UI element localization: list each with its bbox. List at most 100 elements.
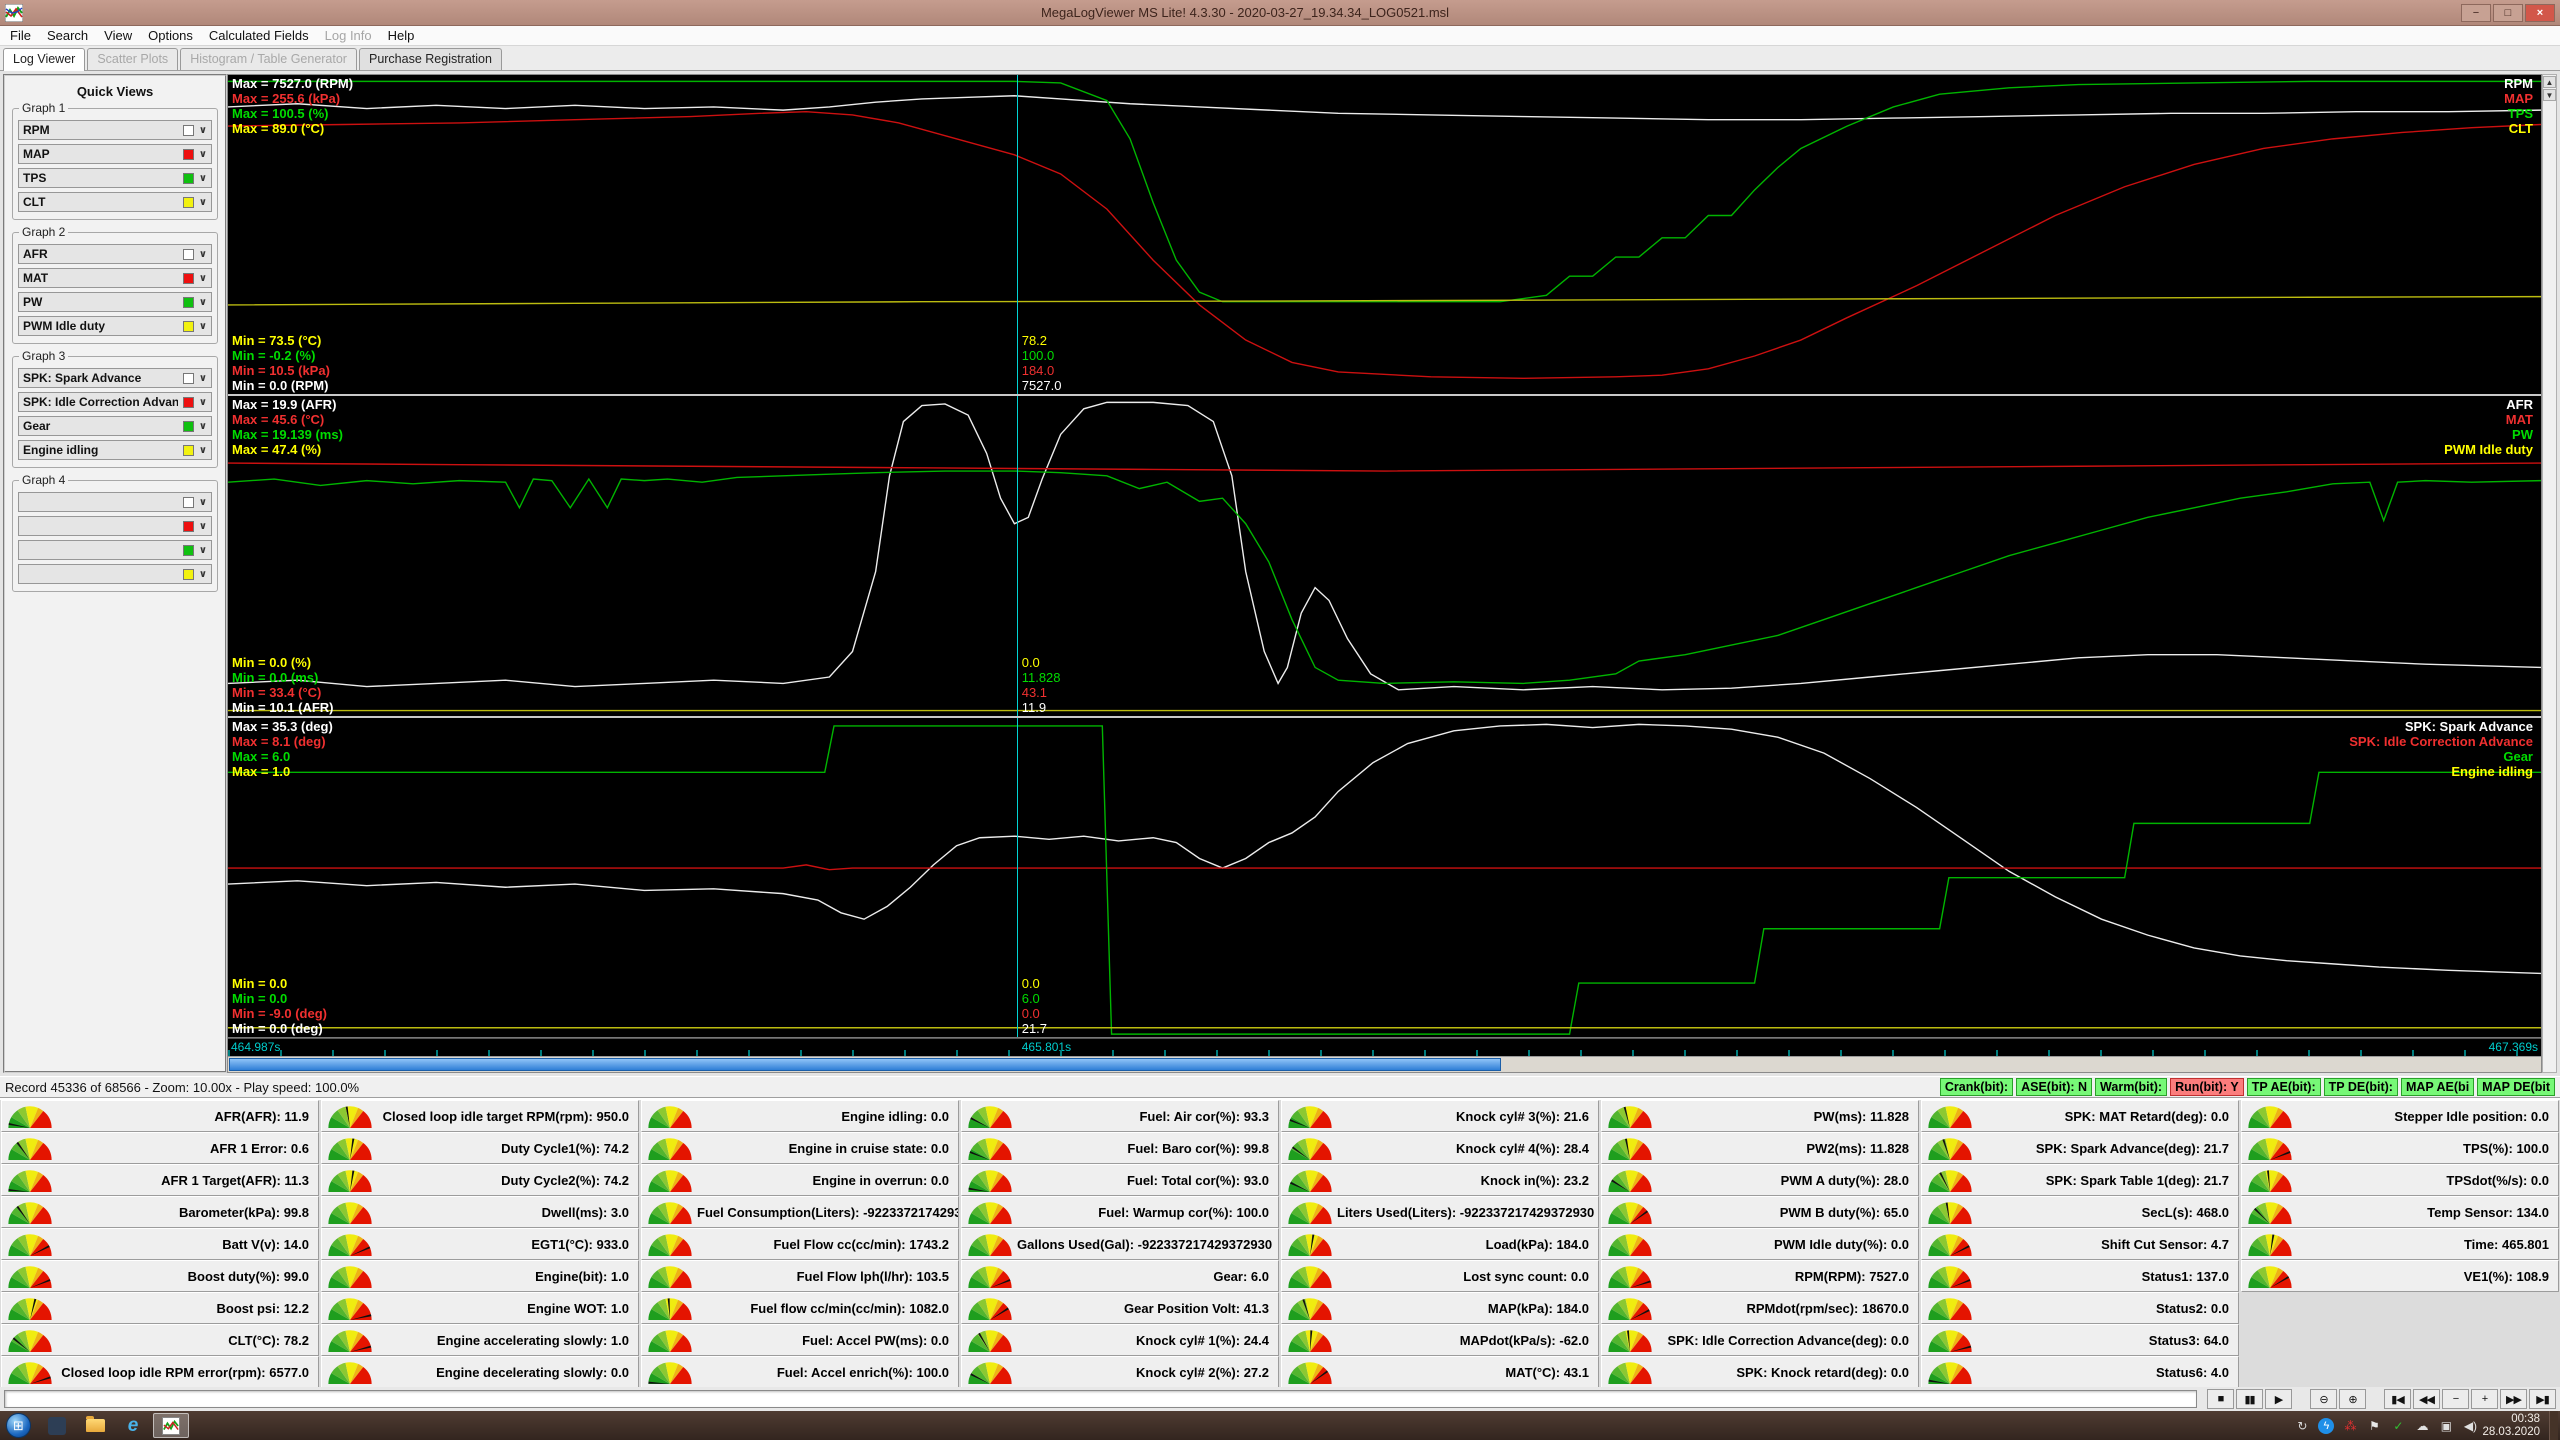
gauge-fuel-accel-enrich[interactable]: Fuel: Accel enrich(%): 100.0 <box>641 1356 959 1387</box>
gauge-spk-knock-retard-deg[interactable]: SPK: Knock retard(deg): 0.0 <box>1601 1356 1919 1387</box>
field-mat[interactable]: MAT ∨ <box>18 268 212 288</box>
gauge-engine-wot[interactable]: Engine WOT: 1.0 <box>321 1292 639 1324</box>
chevron-down-icon[interactable]: ∨ <box>199 397 207 408</box>
scroll-up-icon[interactable]: ▲ <box>2543 76 2556 88</box>
menu-options[interactable]: Options <box>140 27 201 44</box>
gauge-pwm-a-duty[interactable]: PWM A duty(%): 28.0 <box>1601 1164 1919 1196</box>
skip-end-button[interactable]: ▶▮ <box>2529 1389 2556 1409</box>
gauge-barometer-kpa[interactable]: Barometer(kPa): 99.8 <box>1 1196 319 1228</box>
gauge-knock-cyl-4[interactable]: Knock cyl# 4(%): 28.4 <box>1281 1132 1599 1164</box>
gauge-pwm-b-duty[interactable]: PWM B duty(%): 65.0 <box>1601 1196 1919 1228</box>
play-button[interactable]: ▶ <box>2265 1389 2292 1409</box>
gauge-fuel-baro-cor[interactable]: Fuel: Baro cor(%): 99.8 <box>961 1132 1279 1164</box>
chevron-down-icon[interactable]: ∨ <box>199 445 207 456</box>
gauge-duty-cycle1[interactable]: Duty Cycle1(%): 74.2 <box>321 1132 639 1164</box>
menu-file[interactable]: File <box>2 27 39 44</box>
gauge-load-kpa[interactable]: Load(kPa): 184.0 <box>1281 1228 1599 1260</box>
gauge-rpm-rpm[interactable]: RPM(RPM): 7527.0 <box>1601 1260 1919 1292</box>
field-empty[interactable]: ∨ <box>18 564 212 584</box>
gauge-engine-in-overrun[interactable]: Engine in overrun: 0.0 <box>641 1164 959 1196</box>
gauge-spk-idle-correction-advance-deg[interactable]: SPK: Idle Correction Advance(deg): 0.0 <box>1601 1324 1919 1356</box>
menu-help[interactable]: Help <box>380 27 423 44</box>
cloud-icon[interactable]: ☁ <box>2414 1418 2430 1434</box>
gauge-secl-s[interactable]: SecL(s): 468.0 <box>1921 1196 2239 1228</box>
gauge-afr-1-error[interactable]: AFR 1 Error: 0.6 <box>1 1132 319 1164</box>
field-empty[interactable]: ∨ <box>18 516 212 536</box>
gauge-engine-accelerating-slowly[interactable]: Engine accelerating slowly: 1.0 <box>321 1324 639 1356</box>
stop-button[interactable]: ■ <box>2207 1389 2234 1409</box>
gauge-fuel-consumption-liters[interactable]: Fuel Consumption(Liters): -9223372174293… <box>641 1196 959 1228</box>
horizontal-scrollbar-thumb[interactable] <box>229 1058 1502 1071</box>
gauge-engine-in-cruise-state[interactable]: Engine in cruise state: 0.0 <box>641 1132 959 1164</box>
zoom-out-button[interactable]: ⊖ <box>2310 1389 2337 1409</box>
gauge-time[interactable]: Time: 465.801 <box>2241 1228 2559 1260</box>
field-afr[interactable]: AFR ∨ <box>18 244 212 264</box>
gauge-spk-spark-table-1-deg[interactable]: SPK: Spark Table 1(deg): 21.7 <box>1921 1164 2239 1196</box>
gauge-egt1-c[interactable]: EGT1(°C): 933.0 <box>321 1228 639 1260</box>
gauge-knock-cyl-1[interactable]: Knock cyl# 1(%): 24.4 <box>961 1324 1279 1356</box>
gauge-spk-mat-retard-deg[interactable]: SPK: MAT Retard(deg): 0.0 <box>1921 1100 2239 1132</box>
thunderbolt-icon[interactable]: ϟ <box>2318 1417 2335 1434</box>
chevron-down-icon[interactable]: ∨ <box>199 125 207 136</box>
network-dots-icon[interactable]: ⁂ <box>2342 1418 2358 1434</box>
menu-search[interactable]: Search <box>39 27 96 44</box>
gauge-map-kpa[interactable]: MAP(kPa): 184.0 <box>1281 1292 1599 1324</box>
gauge-status2[interactable]: Status2: 0.0 <box>1921 1292 2239 1324</box>
close-icon[interactable]: × <box>2525 3 2555 22</box>
field-clt[interactable]: CLT ∨ <box>18 192 212 212</box>
gauge-tps[interactable]: TPS(%): 100.0 <box>2241 1132 2559 1164</box>
gauge-mapdot-kpa-s[interactable]: MAPdot(kPa/s): -62.0 <box>1281 1324 1599 1356</box>
gauge-fuel-air-cor[interactable]: Fuel: Air cor(%): 93.3 <box>961 1100 1279 1132</box>
horizontal-scrollbar[interactable] <box>228 1056 2541 1072</box>
gauge-pw2-ms[interactable]: PW2(ms): 11.828 <box>1601 1132 1919 1164</box>
gauge-pw-ms[interactable]: PW(ms): 11.828 <box>1601 1100 1919 1132</box>
seek-bar[interactable] <box>4 1390 2197 1408</box>
cursor-line[interactable] <box>1016 717 1018 1037</box>
display-icon[interactable]: ▣ <box>2438 1418 2454 1434</box>
gauge-afr-afr[interactable]: AFR(AFR): 11.9 <box>1 1100 319 1132</box>
field-pwm-idle-duty[interactable]: PWM Idle duty ∨ <box>18 316 212 336</box>
gauge-fuel-accel-pw-ms[interactable]: Fuel: Accel PW(ms): 0.0 <box>641 1324 959 1356</box>
menu-view[interactable]: View <box>96 27 140 44</box>
chevron-down-icon[interactable]: ∨ <box>199 421 207 432</box>
gauge-closed-loop-idle-target-rpm-rpm[interactable]: Closed loop idle target RPM(rpm): 950.0 <box>321 1100 639 1132</box>
sync-icon[interactable]: ↻ <box>2294 1418 2310 1434</box>
field-empty[interactable]: ∨ <box>18 492 212 512</box>
gauge-spk-spark-advance-deg[interactable]: SPK: Spark Advance(deg): 21.7 <box>1921 1132 2239 1164</box>
chevron-down-icon[interactable]: ∨ <box>199 373 207 384</box>
gauge-ve1[interactable]: VE1(%): 108.9 <box>2241 1260 2559 1292</box>
chevron-down-icon[interactable]: ∨ <box>199 173 207 184</box>
gauge-engine-idling[interactable]: Engine idling: 0.0 <box>641 1100 959 1132</box>
gauge-knock-cyl-3[interactable]: Knock cyl# 3(%): 21.6 <box>1281 1100 1599 1132</box>
gauge-shift-cut-sensor[interactable]: Shift Cut Sensor: 4.7 <box>1921 1228 2239 1260</box>
gauge-knock-cyl-2[interactable]: Knock cyl# 2(%): 27.2 <box>961 1356 1279 1387</box>
maximize-icon[interactable]: □ <box>2493 3 2523 22</box>
gauge-dwell-ms[interactable]: Dwell(ms): 3.0 <box>321 1196 639 1228</box>
cursor-line[interactable] <box>1016 396 1018 716</box>
chevron-down-icon[interactable]: ∨ <box>199 197 207 208</box>
gauge-pwm-idle-duty[interactable]: PWM Idle duty(%): 0.0 <box>1601 1228 1919 1260</box>
fast-forward-button[interactable]: ▶▶ <box>2500 1389 2527 1409</box>
field-gear[interactable]: Gear ∨ <box>18 416 212 436</box>
chevron-down-icon[interactable]: ∨ <box>199 249 207 260</box>
field-empty[interactable]: ∨ <box>18 540 212 560</box>
zoom-in-button[interactable]: ⊕ <box>2339 1389 2366 1409</box>
start-button[interactable]: ⊞ <box>6 1413 31 1438</box>
field-rpm[interactable]: RPM ∨ <box>18 120 212 140</box>
gauge-gallons-used-gal[interactable]: Gallons Used(Gal): -922337217429372930 <box>961 1228 1279 1260</box>
rewind-button[interactable]: ◀◀ <box>2413 1389 2440 1409</box>
taskbar-megalogviewer-icon[interactable] <box>153 1413 189 1438</box>
gauge-rpmdot-rpm-sec[interactable]: RPMdot(rpm/sec): 18670.0 <box>1601 1292 1919 1324</box>
gauge-duty-cycle2[interactable]: Duty Cycle2(%): 74.2 <box>321 1164 639 1196</box>
chevron-down-icon[interactable]: ∨ <box>199 273 207 284</box>
gauge-boost-psi[interactable]: Boost psi: 12.2 <box>1 1292 319 1324</box>
taskbar-app-icon[interactable] <box>39 1413 75 1438</box>
gauge-status1[interactable]: Status1: 137.0 <box>1921 1260 2239 1292</box>
minimize-icon[interactable]: − <box>2461 3 2491 22</box>
graph-2[interactable]: Max = 19.9 (AFR) Max = 45.6 (°C) Max = 19.… <box>228 396 2541 718</box>
gauge-fuel-flow-cc-min-cc-min[interactable]: Fuel flow cc/min(cc/min): 1082.0 <box>641 1292 959 1324</box>
cursor-line[interactable] <box>1016 75 1018 395</box>
gauge-status3[interactable]: Status3: 64.0 <box>1921 1324 2239 1356</box>
gauge-engine-decelerating-slowly[interactable]: Engine decelerating slowly: 0.0 <box>321 1356 639 1387</box>
taskbar-clock[interactable]: 00:38 28.03.2020 <box>2482 1413 2540 1439</box>
